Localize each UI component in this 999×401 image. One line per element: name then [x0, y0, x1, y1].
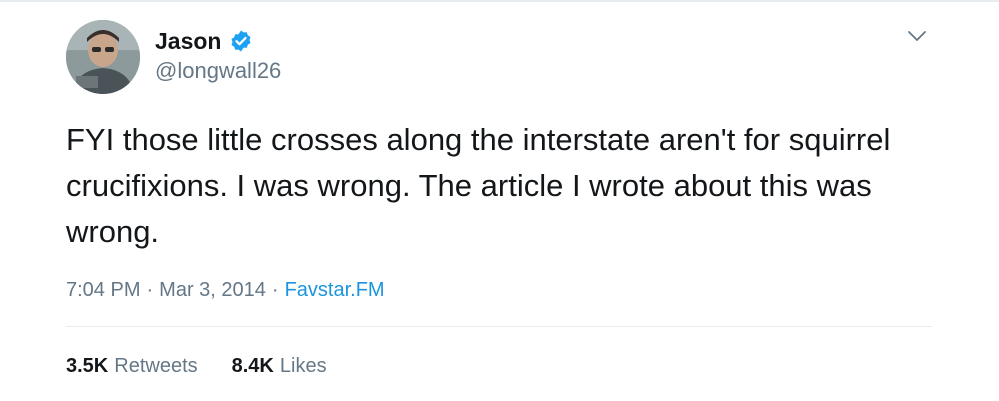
retweets-label: Retweets: [114, 355, 198, 377]
retweets-count: 3.5K: [66, 355, 109, 377]
likes-count: 8.4K: [231, 355, 274, 377]
user-handle[interactable]: @longwall26: [155, 56, 281, 86]
likes-stat[interactable]: 8.4K Likes: [232, 351, 327, 381]
tweet-meta: 7:04 PM · Mar 3, 2014 · Favstar.FM: [66, 276, 385, 304]
tweet-card: Jason @longwall26 FYI those little cross…: [0, 0, 999, 401]
likes-label: Likes: [279, 355, 327, 377]
divider: [66, 326, 932, 327]
tweet-time[interactable]: 7:04 PM: [66, 279, 140, 301]
tweet-stats: 3.5K Retweets 8.4K Likes: [66, 351, 327, 381]
verified-badge-icon: [229, 29, 253, 53]
avatar-photo-icon: [66, 20, 140, 94]
chevron-down-icon: [907, 29, 927, 47]
display-name[interactable]: Jason: [155, 26, 221, 56]
avatar[interactable]: [66, 20, 140, 94]
meta-separator: ·: [146, 279, 154, 301]
name-row: Jason: [155, 26, 253, 56]
retweets-stat[interactable]: 3.5K Retweets: [66, 351, 198, 381]
tweet-menu-button[interactable]: [900, 24, 934, 52]
tweet-text: FYI those little crosses along the inter…: [66, 122, 891, 249]
tweet-source-link[interactable]: Favstar.FM: [285, 279, 385, 301]
meta-separator: ·: [271, 279, 279, 301]
tweet-date[interactable]: Mar 3, 2014: [159, 279, 266, 301]
